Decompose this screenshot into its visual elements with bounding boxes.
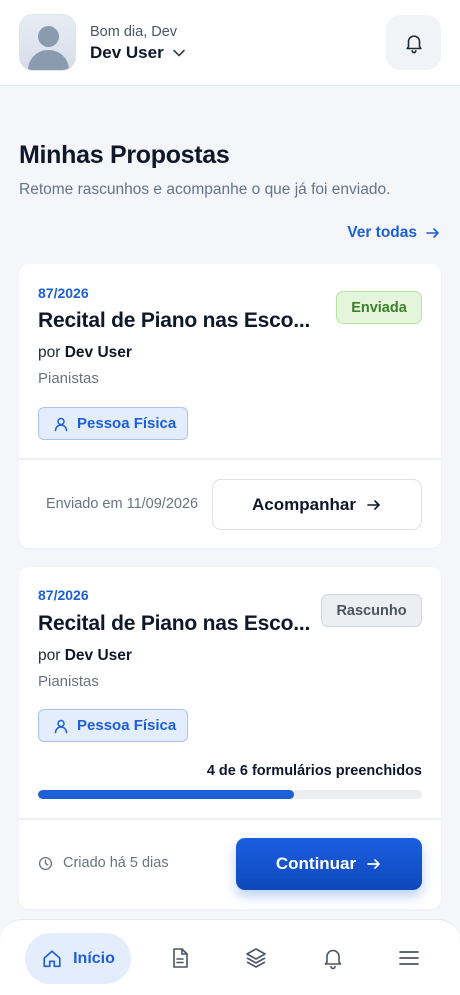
person-type-label: Pessoa Física <box>77 415 177 432</box>
bottom-navigation: Início <box>0 919 460 995</box>
proposal-card-draft[interactable]: 87/2026 Rascunho Recital de Piano nas Es… <box>19 567 441 909</box>
proposal-title: Recital de Piano nas Esco... <box>38 309 311 332</box>
see-all-link[interactable]: Ver todas <box>347 224 441 242</box>
card-divider <box>19 458 441 460</box>
status-badge: Rascunho <box>321 594 422 627</box>
person-type-label: Pessoa Física <box>77 717 177 734</box>
clock-icon <box>38 856 53 870</box>
layers-icon[interactable] <box>244 946 268 970</box>
track-button[interactable]: Acompanhar <box>212 479 422 530</box>
continue-button[interactable]: Continuar <box>236 838 422 890</box>
user-switcher[interactable]: Bom dia, Dev Dev User <box>90 23 186 63</box>
proposal-author: por Dev User <box>38 647 132 665</box>
document-icon[interactable] <box>168 946 192 970</box>
home-icon <box>43 949 61 967</box>
top-header: Bom dia, Dev Dev User <box>0 0 460 86</box>
progress-bar <box>38 790 422 799</box>
nav-home[interactable]: Início <box>25 933 131 984</box>
chevron-down-icon[interactable] <box>172 46 186 60</box>
created-info: Criado há 5 dias <box>38 855 169 871</box>
user-icon <box>54 719 68 733</box>
proposal-category: Pianistas <box>38 370 99 387</box>
user-row[interactable]: Dev User <box>90 43 186 63</box>
greeting-text: Bom dia, Dev <box>90 23 178 40</box>
progress-bar-fill <box>38 790 295 799</box>
arrow-right-icon <box>426 228 439 238</box>
person-type-chip: Pessoa Física <box>38 709 188 742</box>
proposal-code: 87/2026 <box>38 587 89 603</box>
page-title: Minhas Propostas <box>19 141 230 169</box>
proposal-title: Recital de Piano nas Esco... <box>38 612 311 635</box>
author-name: Dev User <box>64 647 132 664</box>
nav-home-label: Início <box>73 949 115 967</box>
arrow-right-icon <box>367 859 380 869</box>
author-name: Dev User <box>64 344 132 361</box>
proposal-card-sent[interactable]: 87/2026 Enviada Recital de Piano nas Esc… <box>19 264 441 548</box>
bell-icon <box>405 34 422 53</box>
arrow-right-icon <box>367 499 380 510</box>
page-subtitle: Retome rascunhos e acompanhe o que já fo… <box>19 181 391 198</box>
see-all-label: Ver todas <box>347 224 417 241</box>
author-prefix: por <box>38 647 61 664</box>
card-divider <box>19 818 441 820</box>
progress-label: 4 de 6 formulários preenchidos <box>206 763 422 779</box>
sent-date: Enviado em 11/09/2026 <box>46 496 199 512</box>
user-icon <box>54 417 68 431</box>
proposal-author: por Dev User <box>38 344 132 362</box>
user-name: Dev User <box>90 42 164 62</box>
notifications-button[interactable] <box>386 15 441 70</box>
proposal-category: Pianistas <box>38 673 99 690</box>
avatar-head-shape <box>38 26 59 47</box>
status-badge: Enviada <box>336 291 422 324</box>
created-label: Criado há 5 dias <box>63 855 169 871</box>
proposal-code: 87/2026 <box>38 285 89 301</box>
avatar[interactable] <box>19 14 76 71</box>
track-button-label: Acompanhar <box>252 494 356 514</box>
author-prefix: por <box>38 344 61 361</box>
bell-icon[interactable] <box>321 946 345 970</box>
avatar-body-shape <box>28 50 69 70</box>
continue-button-label: Continuar <box>275 854 357 873</box>
menu-icon[interactable] <box>397 946 421 970</box>
person-type-chip: Pessoa Física <box>38 407 188 440</box>
